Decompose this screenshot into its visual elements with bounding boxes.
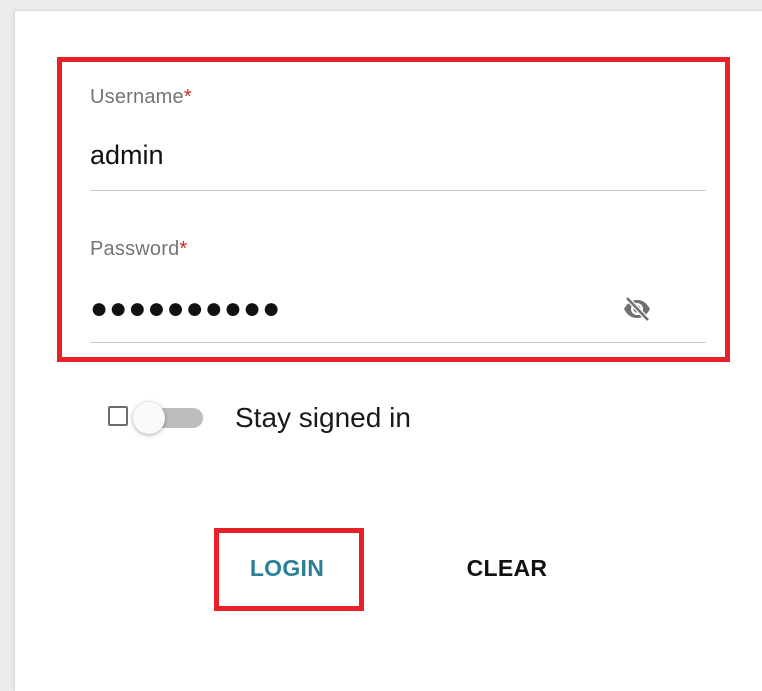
password-input[interactable]: ●●●●●●●●●● xyxy=(90,292,281,326)
username-input[interactable]: admin xyxy=(90,140,164,171)
toggle-thumb xyxy=(133,402,165,434)
clear-button[interactable]: CLEAR xyxy=(438,540,576,596)
stay-signed-in-row: Stay signed in xyxy=(103,396,463,440)
stay-signed-in-toggle[interactable] xyxy=(103,396,209,440)
checkbox-icon xyxy=(108,406,128,426)
password-underline xyxy=(90,342,706,343)
password-label-text: Password xyxy=(90,238,180,260)
username-underline xyxy=(90,190,706,191)
username-label: Username* xyxy=(90,86,192,109)
password-label: Password* xyxy=(90,238,187,261)
password-required-mark: * xyxy=(179,238,188,260)
eye-off-icon[interactable] xyxy=(622,296,652,322)
username-required-mark: * xyxy=(183,86,192,108)
login-highlight-box xyxy=(214,528,364,611)
stay-signed-in-label: Stay signed in xyxy=(235,402,411,433)
username-label-text: Username xyxy=(90,86,184,108)
